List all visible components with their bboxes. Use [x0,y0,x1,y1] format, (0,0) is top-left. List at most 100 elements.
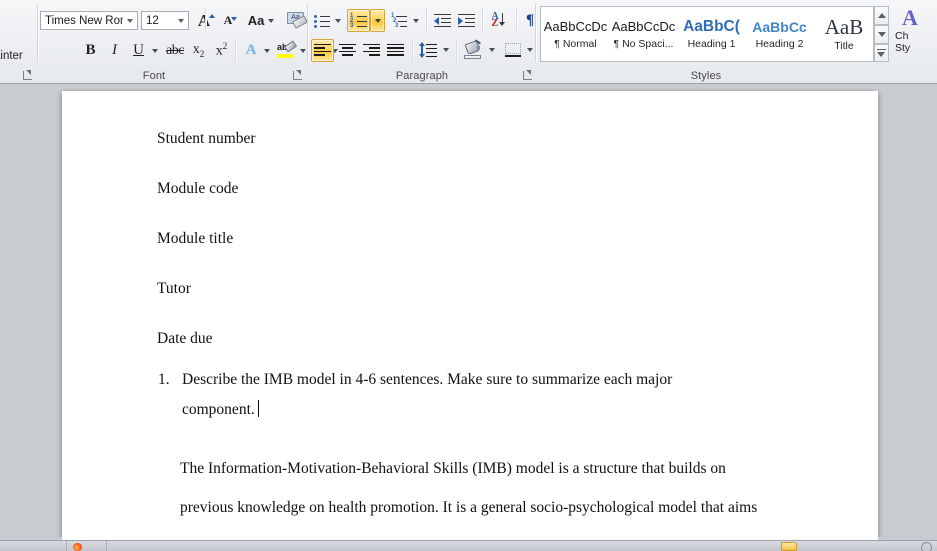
numbering-button[interactable]: 1 2 3 [347,9,370,32]
styles-more-button[interactable] [874,44,889,62]
style-item-no-spacing[interactable]: AaBbCcDc ¶ No Spaci... [610,8,677,60]
bullets-button[interactable] [311,10,332,31]
shrink-font-button[interactable]: A [218,10,238,31]
chevron-down-icon [152,48,158,53]
multilevel-list-button[interactable]: 1 2 3 [389,10,410,31]
multilevel-list-icon: 1 2 3 [391,13,408,29]
chevron-down-icon [374,18,381,23]
format-painter-label[interactable]: ainter [0,50,23,62]
italic-button[interactable]: I [104,40,125,61]
justify-button[interactable] [384,39,407,62]
change-styles-label-line2: Sty [895,42,911,54]
subscript-button[interactable]: x2 [188,40,209,61]
borders-button[interactable] [502,39,524,61]
style-sample: AaBbCc [752,19,807,35]
style-item-title[interactable]: AaB Title [814,8,874,60]
font-name-combo[interactable]: Times New Rom [40,11,138,30]
subscript-icon: x2 [192,42,205,59]
numbering-dropdown-button[interactable] [370,9,385,32]
list-number: 1. [158,371,170,388]
document-canvas[interactable]: Student number Module code Module title … [0,84,937,540]
sort-icon: A Z [492,11,509,29]
font-size-dropdown-icon[interactable] [174,18,188,23]
italic-icon: I [112,42,117,58]
align-right-button[interactable] [360,39,383,62]
paragraph-line-1: The Information-Motivation-Behavioral Sk… [180,447,820,491]
strikethrough-button[interactable]: abc [164,40,186,61]
styles-scroll-down-button[interactable] [874,25,889,44]
numbering-icon: 1 2 3 [350,13,367,29]
style-name: Title [834,40,854,52]
chevron-down-icon [488,48,495,52]
bullets-icon [313,14,330,28]
shading-button[interactable] [462,38,485,62]
style-item-heading-1[interactable]: AaBbC( Heading 1 [678,8,745,60]
word-window: ainter Times New Rom 12 A [0,0,937,551]
firefox-icon[interactable] [73,543,82,551]
shading-dropdown-button[interactable] [485,39,498,61]
style-name: Heading 1 [687,38,736,50]
borders-icon [504,42,522,58]
align-left-button[interactable] [311,39,334,62]
highlight-icon: ab [277,39,298,59]
paragraph-dialog-launcher[interactable] [522,69,534,81]
folder-icon[interactable] [781,542,797,551]
font-name-dropdown-icon[interactable] [123,18,137,23]
paragraph-text: The Information-Motivation-Behavioral Sk… [180,460,726,477]
align-center-button[interactable] [336,39,359,62]
change-styles-button[interactable]: A Ch Sty [895,6,925,55]
highlight-color-button[interactable]: ab [275,39,298,61]
font-size-combo[interactable]: 12 [141,11,189,30]
bullets-dropdown-button[interactable] [331,10,344,31]
font-name-value: Times New Rom [45,14,123,27]
text-cursor [257,400,260,417]
font-size-value: 12 [146,14,159,27]
ribbon-group-font: Times New Rom 12 A A Aa Aa B I U abc x2 … [38,0,338,83]
styles-scroll-up-button[interactable] [874,6,889,25]
grow-font-button[interactable]: A [193,10,216,31]
change-styles-label-line1: Ch [895,30,909,42]
list-item-line-2: component. [182,401,255,418]
underline-button[interactable]: U [128,40,149,61]
text-effects-dropdown-button[interactable] [260,40,273,61]
sort-button[interactable]: A Z [489,9,511,32]
underline-dropdown-button[interactable] [148,40,162,61]
change-case-dropdown-icon[interactable] [268,18,275,23]
font-dialog-launcher[interactable] [292,69,304,81]
document-page[interactable]: Student number Module code Module title … [62,91,878,540]
style-item-normal[interactable]: AaBbCcDc ¶ Normal [542,8,609,60]
bold-icon: B [85,42,96,58]
taskbar[interactable] [0,540,937,551]
styles-gallery[interactable]: AaBbCcDc ¶ Normal AaBbCcDc ¶ No Spaci...… [540,6,874,62]
paragraph-text: previous knowledge on health promotion. … [180,499,758,516]
text-effects-button[interactable]: A [241,40,261,61]
ribbon: ainter Times New Rom 12 A [0,0,937,84]
line-spacing-button[interactable] [418,39,440,61]
change-case-icon: Aa [247,13,265,28]
bold-button[interactable]: B [80,40,101,61]
shading-icon [464,38,483,59]
increase-indent-button[interactable] [456,10,478,31]
align-right-icon [363,43,380,58]
line-spacing-dropdown-button[interactable] [439,39,452,61]
clock-icon[interactable] [921,542,932,551]
list-item-line-1: Describe the IMB model in 4-6 sentences.… [182,371,673,388]
doc-line-module-code: Module code [157,180,239,197]
text-effects-icon: A [245,42,257,58]
style-sample: AaBbCcDc [543,19,608,34]
increase-indent-icon [458,13,476,28]
chevron-down-icon [299,48,306,53]
shrink-font-icon: A [223,13,237,27]
superscript-button[interactable]: x2 [211,40,232,61]
chevron-down-icon [442,48,449,52]
decrease-indent-button[interactable] [432,10,454,31]
multilevel-list-dropdown-button[interactable] [409,10,422,31]
style-name: Heading 2 [755,38,804,50]
taskbar-divider [106,541,107,551]
style-sample: AaBbCcDc [611,19,676,34]
change-case-button[interactable]: Aa [246,10,276,31]
ribbon-group-paragraph: 1 2 3 1 2 3 A Z ¶ Paragraph [308,0,536,83]
style-item-heading-2[interactable]: AaBbCc Heading 2 [746,8,813,60]
doc-line-tutor: Tutor [157,280,191,297]
doc-line-module-title: Module title [157,230,234,247]
